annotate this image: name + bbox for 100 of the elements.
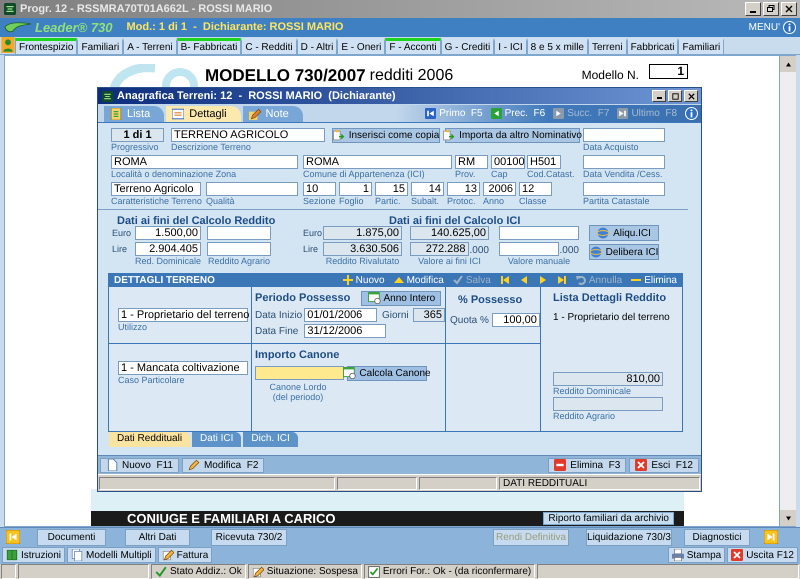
input-field[interactable] — [206, 182, 298, 196]
input-field[interactable]: 01/01/2006 — [304, 308, 377, 322]
nav-button[interactable]: Altri Dati — [125, 528, 190, 546]
maximize-icon — [670, 92, 680, 100]
input-field[interactable]: 365 — [412, 308, 445, 322]
toolbar-action[interactable]: Modifica — [394, 272, 444, 288]
toolbar-action[interactable]: Elimina — [631, 272, 677, 288]
input-field[interactable] — [583, 155, 665, 169]
input-field[interactable]: 14 — [411, 182, 444, 196]
section-tab[interactable]: Familiari — [678, 38, 724, 54]
input-field[interactable] — [553, 397, 663, 411]
dialog-tab[interactable]: Dettagli — [166, 106, 241, 122]
field-label: Utilizzo — [118, 322, 148, 332]
input-field[interactable] — [499, 226, 579, 240]
record-nav-button[interactable] — [500, 275, 510, 285]
section-tab[interactable]: 8 e 5 x mille — [526, 38, 588, 54]
input-field[interactable]: RM — [455, 155, 488, 169]
record-nav-button[interactable] — [538, 275, 548, 285]
input-field[interactable] — [207, 226, 271, 240]
section-tab[interactable]: E - Oneri — [337, 38, 386, 54]
section-tab[interactable]: Terreni — [588, 38, 627, 54]
input-field[interactable]: Terreno Agricolo — [111, 182, 201, 196]
toolbar-action[interactable]: Nuovo — [342, 272, 385, 288]
input-field[interactable]: 15 — [375, 182, 408, 196]
input-field[interactable]: H501 — [527, 155, 561, 169]
restore-button[interactable] — [763, 2, 779, 16]
section-tab[interactable]: C - Redditi — [241, 38, 297, 54]
section-tab[interactable]: Fabbricati — [626, 38, 678, 54]
close-button[interactable] — [684, 90, 698, 102]
archive-button[interactable]: Riporto familiari da archivio — [543, 512, 674, 525]
section-tab[interactable]: F - Acconti — [385, 38, 441, 54]
input-field[interactable]: 1.875,00 — [323, 226, 402, 240]
section-tab[interactable]: A - Terreni — [123, 38, 177, 54]
left-triangle-icon — [518, 275, 529, 285]
footer-button[interactable]: Nuovo F11 — [100, 458, 179, 472]
form-icon — [172, 108, 184, 120]
input-field[interactable]: 810,00 — [553, 372, 663, 386]
section-tab[interactable]: G - Crediti — [440, 38, 494, 54]
input-field[interactable]: 10 — [303, 182, 336, 196]
scroll-up-button[interactable] — [780, 56, 796, 72]
section-tab[interactable]: Frontespizio — [15, 38, 78, 54]
record-nav-button[interactable]: Prec. F6 — [490, 106, 546, 121]
nav-button[interactable]: Documenti — [37, 528, 106, 546]
close-icon — [686, 92, 696, 100]
input-field[interactable]: 1 — [339, 182, 372, 196]
menu-link[interactable]: MENU' — [748, 20, 780, 35]
input-field[interactable]: 2006 — [483, 182, 516, 196]
close-button[interactable] — [781, 2, 797, 16]
record-nav-button[interactable] — [518, 275, 529, 285]
panel-tab[interactable]: Dati Reddituali — [109, 432, 190, 447]
toolbar-button[interactable]: Istruzioni — [2, 547, 66, 563]
input-field[interactable]: 1.500,00 — [135, 226, 201, 240]
section-tab[interactable]: I - ICI — [494, 38, 527, 54]
section-tab[interactable]: Familiari — [77, 38, 124, 54]
nav-button[interactable]: Ricevuta 730/2 — [211, 528, 287, 546]
input-field[interactable]: ROMA — [111, 155, 298, 169]
nav-button[interactable]: Liquidazione 730/3 — [586, 528, 672, 546]
footer-button[interactable]: Modifica F2 — [182, 458, 264, 472]
minimize-button[interactable] — [652, 90, 666, 102]
input-field[interactable]: 140.625,00 — [410, 226, 489, 240]
copy-button[interactable]: Inserisci come copia — [332, 128, 440, 143]
footer-button[interactable]: Esci F12 — [629, 458, 699, 472]
copy-button[interactable]: Importa da altro Nominativo — [445, 128, 580, 143]
toolbar-button[interactable]: Stampa — [668, 547, 726, 563]
input-field[interactable]: 31/12/2006 — [304, 324, 386, 338]
minus-square-icon — [554, 459, 566, 471]
input-field[interactable]: 2.904.405 — [135, 242, 201, 256]
footer-button[interactable]: Elimina F3 — [548, 458, 626, 472]
input-field[interactable]: 1 - Mancata coltivazione — [118, 361, 248, 375]
list-item[interactable]: 1 - Proprietario del terreno — [553, 310, 682, 324]
input-field[interactable]: 1 - Proprietario del terreno — [118, 308, 248, 322]
input-field[interactable]: ROMA — [303, 155, 452, 169]
toolbar-button[interactable]: Fattura — [158, 547, 212, 563]
record-nav-button[interactable] — [556, 275, 567, 285]
toolbar-button[interactable]: Uscita F12 — [727, 547, 798, 563]
year-button[interactable]: Anno Intero — [361, 290, 442, 306]
field-label: Subalt. — [411, 196, 440, 206]
input-field[interactable]: 13 — [447, 182, 480, 196]
ici-button[interactable]: Delibera ICI — [589, 244, 659, 260]
maximize-button[interactable] — [668, 90, 682, 102]
scroll-down-button[interactable] — [780, 510, 796, 526]
input-field[interactable]: 00100 — [491, 155, 525, 169]
input-field[interactable] — [255, 366, 344, 380]
input-field[interactable]: TERRENO AGRICOLO — [171, 128, 325, 142]
minimize-button[interactable] — [745, 2, 761, 16]
input-field[interactable]: 3.630.506 — [323, 242, 402, 256]
ici-button[interactable]: Aliqu.ICI — [589, 225, 659, 241]
section-tab[interactable]: B- Fabbricati — [176, 38, 242, 54]
input-field[interactable]: 272.288 — [410, 242, 469, 256]
input-field[interactable] — [583, 182, 665, 196]
input-field[interactable] — [499, 242, 559, 256]
nav-button[interactable]: Diagnostici — [684, 528, 750, 546]
field-label: Cap — [491, 169, 508, 179]
input-field[interactable] — [207, 242, 271, 256]
up-arrow-icon — [784, 62, 792, 66]
section-tab[interactable]: D - Altri — [296, 38, 338, 54]
input-field[interactable]: 12 — [519, 182, 552, 196]
input-field[interactable]: 100,00 — [492, 313, 540, 327]
input-field[interactable] — [583, 128, 665, 142]
toolbar-button[interactable]: Modelli Multipli — [67, 547, 156, 563]
